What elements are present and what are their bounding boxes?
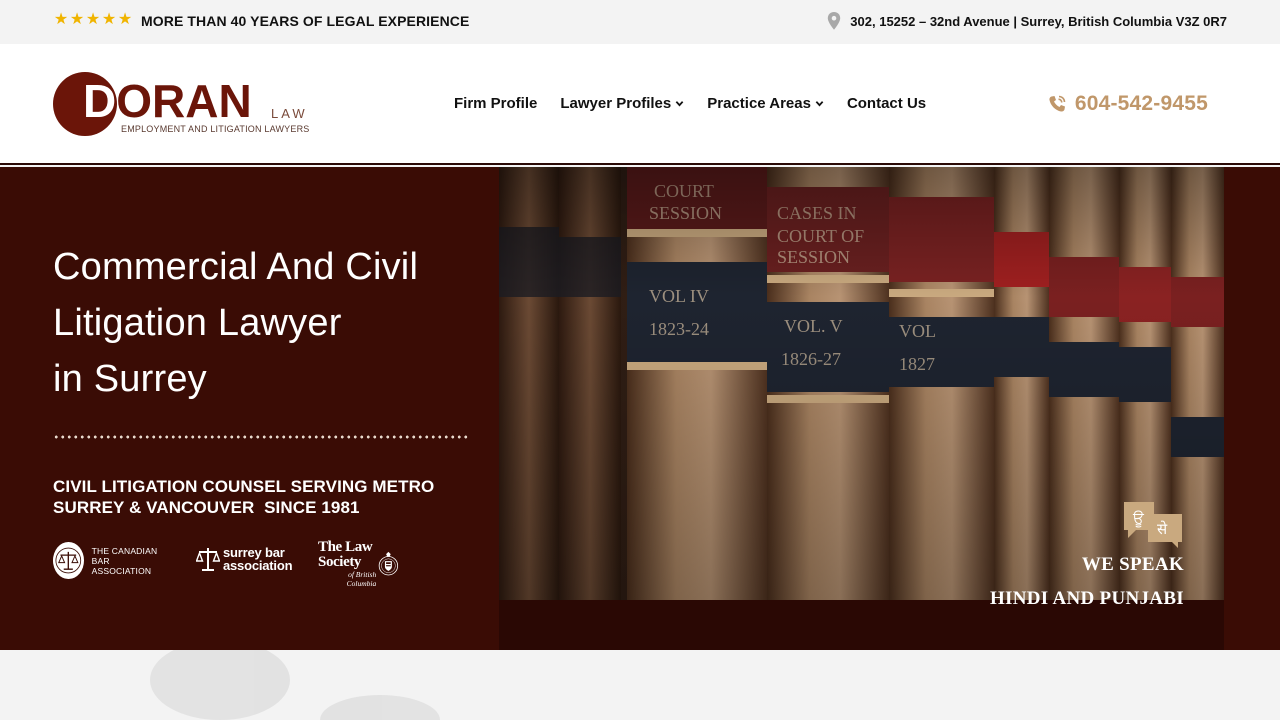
languages-line: HINDI AND PUNJABI (989, 588, 1184, 609)
chevron-down-icon (815, 101, 824, 107)
sba-badge: surrey bar association (196, 546, 293, 573)
law-society-text: The Law Society of British Columbia (318, 539, 377, 589)
star-icon: ★ (117, 11, 133, 28)
scales-of-justice-icon (53, 542, 84, 579)
next-section (0, 650, 1280, 720)
experience-text: MORE THAN 40 YEARS OF LEGAL EXPERIENCE (141, 13, 470, 29)
hero-title: Commercial And Civil Litigation Lawyer i… (53, 239, 483, 407)
site-header: DORAN LAW EMPLOYMENT AND LITIGATION LAWY… (0, 44, 1280, 165)
hero-subtitle-line: SURREY & VANCOUVER SINCE 1981 (53, 498, 360, 517)
star-icon: ★ (69, 11, 85, 28)
star-icon: ★ (85, 11, 101, 28)
sba-text: surrey bar association (223, 546, 293, 573)
rating-stars: ★ ★ ★ ★ ★ (53, 11, 133, 29)
dotted-divider (53, 435, 469, 439)
star-icon: ★ (101, 11, 117, 28)
languages-line: WE SPEAK (1081, 554, 1184, 575)
hero-subtitle-line: CIVIL LITIGATION COUNSEL SERVING METRO (53, 477, 435, 496)
cba-text: THE CANADIAN BAR ASSOCIATION (92, 546, 158, 576)
address-block[interactable]: 302, 15252 – 32nd Avenue | Surrey, Briti… (827, 12, 1227, 30)
hero-title-line: Litigation Lawyer (53, 302, 342, 344)
phone-number: 604-542-9455 (1074, 92, 1208, 115)
nav-label: Practice Areas (707, 95, 811, 112)
faded-background-art (150, 650, 440, 720)
chevron-down-icon (675, 101, 684, 107)
crest-icon (378, 551, 399, 576)
nav-firm-profile[interactable]: Firm Profile (454, 95, 537, 112)
glyph-one: ਊ (1132, 509, 1145, 527)
phone-icon (1049, 95, 1066, 112)
scales-icon (196, 548, 220, 571)
hero-title-line: Commercial And Civil (53, 246, 419, 288)
logo-wordmark: DORAN (83, 75, 252, 127)
hero-section: Commercial And Civil Litigation Lawyer i… (0, 167, 1280, 650)
sba-line: association (223, 558, 293, 573)
cba-line: BAR ASSOCIATION (91, 555, 152, 576)
law-society-line: The Law Society (318, 539, 373, 570)
logo[interactable]: DORAN LAW EMPLOYMENT AND LITIGATION LAWY… (53, 72, 323, 140)
nav-contact-us[interactable]: Contact Us (847, 95, 926, 112)
nav-label: Lawyer Profiles (560, 95, 672, 112)
hero-subtitle: CIVIL LITIGATION COUNSEL SERVING METRO S… (53, 476, 473, 518)
glyph-two: से (1157, 520, 1168, 538)
logo-tagline: EMPLOYMENT AND LITIGATION LAWYERS (121, 124, 310, 134)
languages-callout: ਊ से WE SPEAK HINDI AND PUNJABI (964, 500, 1184, 615)
speech-bubbles-icon: ਊ से (1124, 502, 1182, 548)
top-bar: ★ ★ ★ ★ ★ MORE THAN 40 YEARS OF LEGAL EXPERI… (0, 0, 1280, 44)
nav-practice-areas[interactable]: Practice Areas (707, 95, 824, 112)
cba-line: THE CANADIAN (91, 545, 158, 556)
logo-suffix: LAW (271, 106, 308, 121)
nav-lawyer-profiles[interactable]: Lawyer Profiles (560, 95, 684, 112)
cba-badge: THE CANADIAN BAR ASSOCIATION (53, 542, 158, 579)
hero-title-line: in Surrey (53, 358, 207, 400)
nav-label: Contact Us (846, 95, 927, 112)
address-text: 302, 15252 – 32nd Avenue | Surrey, Briti… (850, 13, 1227, 29)
law-society-line: of British Columbia (346, 570, 377, 588)
hero-right-edge (1224, 167, 1280, 650)
nav-label: Firm Profile (454, 95, 538, 112)
main-nav: Firm Profile Lawyer Profiles Practice Ar… (454, 95, 949, 112)
star-icon: ★ (53, 11, 69, 28)
map-pin-icon (828, 12, 841, 30)
law-society-badge: The Law Society of British Columbia (318, 540, 399, 588)
phone-link[interactable]: 604-542-9455 (1047, 92, 1208, 116)
hero-text-panel: Commercial And Civil Litigation Lawyer i… (0, 167, 499, 650)
